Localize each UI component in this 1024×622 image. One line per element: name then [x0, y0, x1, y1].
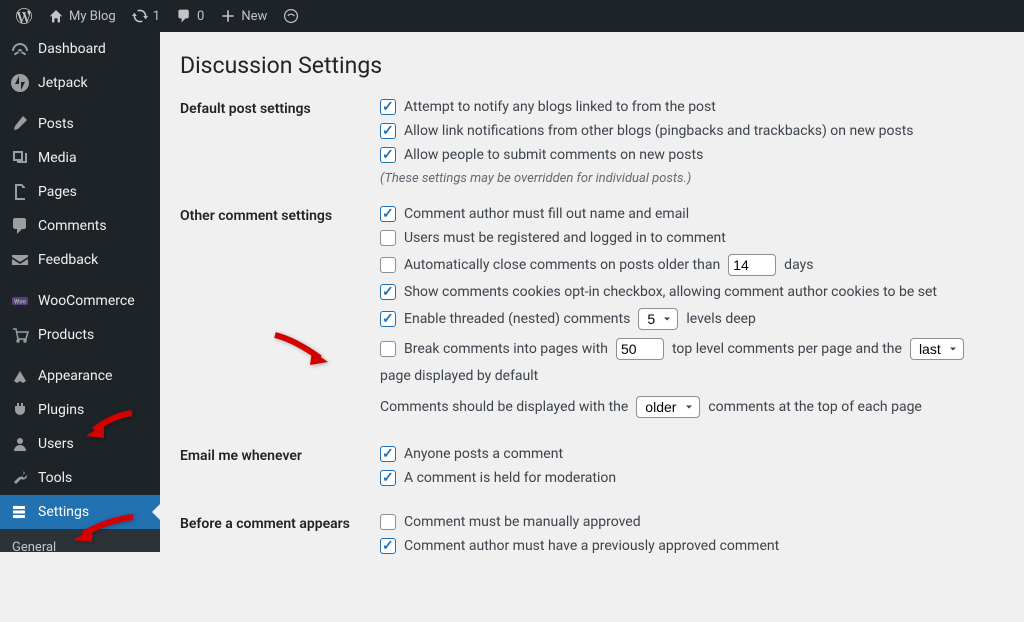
sidebar-sub-settings: General Writing Reading Discussion: [0, 529, 160, 552]
admin-sidebar: Dashboard Jetpack Posts Media Pages Comm…: [0, 32, 160, 552]
page-title: Discussion Settings: [180, 52, 1004, 79]
sidebar-item-label: Dashboard: [38, 41, 106, 57]
wp-logo[interactable]: [8, 8, 40, 24]
sidebar-item-label: Pages: [38, 184, 77, 200]
sidebar-item-products[interactable]: Products: [0, 318, 160, 352]
new-content-link[interactable]: New: [212, 8, 275, 24]
checkbox-allow-comments[interactable]: [380, 147, 396, 163]
new-label: New: [241, 9, 267, 24]
label-name-email: Comment author must fill out name and em…: [404, 206, 689, 222]
input-per-page[interactable]: [616, 338, 664, 360]
sidebar-item-media[interactable]: Media: [0, 141, 160, 175]
label-autoclose-post: days: [784, 257, 813, 273]
label-paginate-post: page displayed by default: [380, 368, 538, 384]
site-name-label: My Blog: [69, 9, 116, 24]
label-threaded-pre: Enable threaded (nested) comments: [404, 311, 630, 327]
label-email-post: Anyone posts a comment: [404, 446, 563, 462]
label-order-pre: Comments should be displayed with the: [380, 399, 628, 415]
sidebar-item-jetpack[interactable]: Jetpack: [0, 66, 160, 100]
checkbox-threaded[interactable]: [380, 311, 396, 327]
sidebar-item-label: Comments: [38, 218, 107, 234]
sidebar-item-plugins[interactable]: Plugins: [0, 393, 160, 427]
section-before: Before a comment appears Comment must be…: [180, 514, 1004, 562]
sidebar-item-dashboard[interactable]: Dashboard: [0, 32, 160, 66]
sidebar-item-label: Tools: [38, 470, 72, 486]
select-thread-depth[interactable]: 5: [638, 308, 678, 330]
checkbox-name-email[interactable]: [380, 206, 396, 222]
sidebar-item-woocommerce[interactable]: Woo WooCommerce: [0, 283, 160, 318]
site-name-link[interactable]: My Blog: [40, 8, 124, 24]
sidebar-item-feedback[interactable]: Feedback: [0, 243, 160, 277]
section-default-post: Default post settings Attempt to notify …: [180, 99, 1004, 186]
section-label: Before a comment appears: [180, 514, 380, 532]
updates-link[interactable]: 1: [124, 8, 168, 24]
checkbox-cookies-optin[interactable]: [380, 284, 396, 300]
label-order-post: comments at the top of each page: [708, 399, 922, 415]
checkbox-paginate[interactable]: [380, 341, 396, 357]
sidebar-item-pages[interactable]: Pages: [0, 175, 160, 209]
input-autoclose-days[interactable]: [728, 254, 776, 276]
sidebar-item-label: Media: [38, 150, 77, 166]
sidebar-item-label: Appearance: [38, 368, 112, 384]
sidebar-item-label: WooCommerce: [38, 293, 135, 309]
label-allow-comments: Allow people to submit comments on new p…: [404, 147, 703, 163]
section-label: Default post settings: [180, 99, 380, 117]
sidebar-sub-general[interactable]: General: [0, 535, 160, 552]
section-label: Other comment settings: [180, 206, 380, 224]
sidebar-item-label: Products: [38, 327, 94, 343]
label-autoclose-pre: Automatically close comments on posts ol…: [404, 257, 720, 273]
svg-text:Woo: Woo: [14, 299, 27, 306]
label-paginate-pre: Break comments into pages with: [404, 341, 608, 357]
checkbox-email-post[interactable]: [380, 446, 396, 462]
sidebar-item-posts[interactable]: Posts: [0, 106, 160, 141]
label-notify-linked: Attempt to notify any blogs linked to fr…: [404, 99, 716, 115]
label-registered: Users must be registered and logged in t…: [404, 230, 726, 246]
label-email-moderation: A comment is held for moderation: [404, 470, 616, 486]
comments-link[interactable]: 0: [168, 8, 212, 24]
sidebar-item-label: Users: [38, 436, 74, 452]
checkbox-email-moderation[interactable]: [380, 470, 396, 486]
section-email: Email me whenever Anyone posts a comment…: [180, 446, 1004, 494]
select-default-page[interactable]: last: [910, 338, 964, 360]
label-manual-approve: Comment must be manually approved: [404, 514, 641, 530]
admin-toolbar: My Blog 1 0 New: [0, 0, 1024, 32]
sidebar-item-label: Plugins: [38, 402, 84, 418]
checkbox-manual-approve[interactable]: [380, 514, 396, 530]
sidebar-item-appearance[interactable]: Appearance: [0, 358, 160, 393]
select-comment-order[interactable]: older: [636, 396, 700, 418]
label-cookies-optin: Show comments cookies opt-in checkbox, a…: [404, 284, 937, 300]
sidebar-item-label: Settings: [38, 504, 89, 520]
sidebar-item-label: Jetpack: [38, 75, 88, 91]
section-label: Email me whenever: [180, 446, 380, 464]
checkbox-notify-linked[interactable]: [380, 99, 396, 115]
label-threaded-post: levels deep: [686, 311, 756, 327]
sidebar-item-label: Posts: [38, 116, 74, 132]
comments-count: 0: [197, 9, 204, 24]
checkbox-allow-pingbacks[interactable]: [380, 123, 396, 139]
sidebar-item-settings[interactable]: Settings: [0, 495, 160, 529]
sidebar-item-users[interactable]: Users: [0, 427, 160, 461]
label-allow-pingbacks: Allow link notifications from other blog…: [404, 123, 914, 139]
default-note: (These settings may be overridden for in…: [380, 171, 1004, 186]
seo-link[interactable]: [275, 8, 307, 24]
checkbox-registered[interactable]: [380, 230, 396, 246]
label-paginate-mid: top level comments per page and the: [672, 341, 902, 357]
sidebar-item-label: Feedback: [38, 252, 98, 268]
sidebar-item-comments[interactable]: Comments: [0, 209, 160, 243]
sidebar-item-tools[interactable]: Tools: [0, 461, 160, 495]
checkbox-autoclose[interactable]: [380, 257, 396, 273]
updates-count: 1: [153, 9, 160, 24]
section-other-comments: Other comment settings Comment author mu…: [180, 206, 1004, 426]
main-content: Discussion Settings Default post setting…: [160, 32, 1024, 622]
